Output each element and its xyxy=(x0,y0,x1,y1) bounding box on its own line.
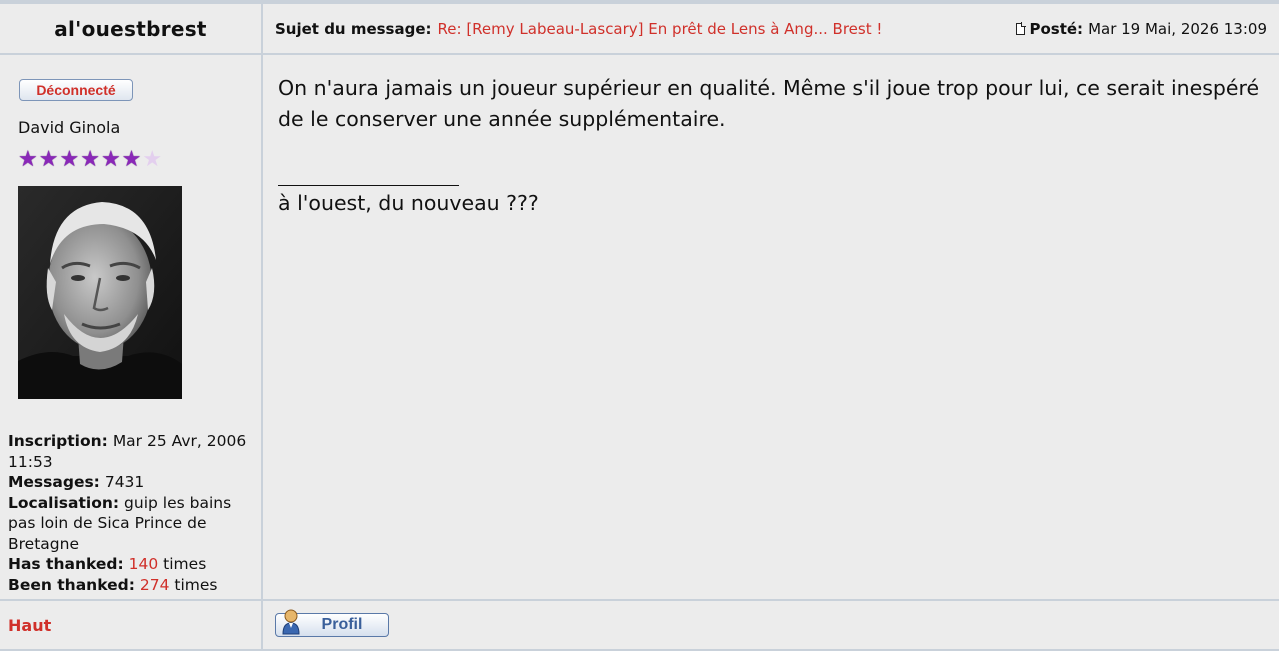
star-filled-icon: ★ xyxy=(121,147,142,172)
avatar xyxy=(18,186,182,399)
signature-text: à l'ouest, du nouveau ??? xyxy=(278,191,539,215)
profile-button-label: Profil xyxy=(321,616,363,633)
author-profile-panel: Déconnecté David Ginola ★ ★ ★ ★ ★ ★ ★ In… xyxy=(0,55,261,599)
message-text: On n'aura jamais un joueur supérieur en … xyxy=(278,76,1260,131)
localisation-label: Localisation: xyxy=(8,493,120,512)
post-document-icon[interactable] xyxy=(1016,22,1026,35)
subject-label: Sujet du message: xyxy=(275,19,432,38)
star-filled-icon: ★ xyxy=(38,147,59,172)
been-thanked-label: Been thanked: xyxy=(8,575,135,594)
star-filled-icon: ★ xyxy=(100,147,121,172)
stat-localisation: Localisation: guip les bains pas loin de… xyxy=(8,493,253,555)
inscription-label: Inscription: xyxy=(8,432,108,450)
post-header: Sujet du message: Re: [Remy Labeau-Lasca… xyxy=(263,4,1279,53)
stat-messages: Messages: 7431 xyxy=(8,472,253,493)
forum-post: al'ouestbrest Sujet du message: Re: [Rem… xyxy=(0,4,1279,649)
subject-link[interactable]: Re: [Remy Labeau-Lascary] En prêt de Len… xyxy=(438,20,883,38)
profile-button[interactable]: Profil xyxy=(275,609,389,637)
signature-divider xyxy=(278,185,459,186)
messages-label: Messages: xyxy=(8,473,100,491)
user-stats: Inscription: Mar 25 Avr, 2006 11:53 Mess… xyxy=(8,431,253,595)
posted-date: Mar 19 Mai, 2026 13:09 xyxy=(1088,19,1267,38)
star-filled-icon: ★ xyxy=(80,147,100,172)
stat-has-thanked: Has thanked: 140 times xyxy=(8,554,253,575)
star-filled-icon: ★ xyxy=(18,147,38,172)
rank-stars: ★ ★ ★ ★ ★ ★ ★ xyxy=(18,149,162,171)
author-name-cell: al'ouestbrest xyxy=(0,4,261,53)
has-thanked-unit: times xyxy=(163,555,207,573)
been-thanked-unit: times xyxy=(174,575,218,594)
message-body-cell: On n'aura jamais un joueur supérieur en … xyxy=(263,55,1279,599)
messages-value: 7431 xyxy=(104,473,145,491)
has-thanked-label: Has thanked: xyxy=(8,555,124,573)
post-footer-left: Haut xyxy=(0,601,261,649)
post-footer-right: Profil xyxy=(263,601,1279,649)
stat-been-thanked: Been thanked: 274 times xyxy=(8,575,253,596)
been-thanked-count[interactable]: 274 xyxy=(140,576,170,594)
user-rank: David Ginola xyxy=(18,118,121,137)
back-to-top-link[interactable]: Haut xyxy=(8,616,51,635)
star-empty-icon: ★ xyxy=(142,147,163,172)
star-filled-icon: ★ xyxy=(59,147,80,172)
stat-inscription: Inscription: Mar 25 Avr, 2006 11:53 xyxy=(8,431,253,472)
posted-label: Posté: xyxy=(1029,19,1084,38)
author-name[interactable]: al'ouestbrest xyxy=(54,17,207,41)
online-status-badge: Déconnecté xyxy=(19,79,133,101)
user-icon xyxy=(282,609,300,635)
has-thanked-count[interactable]: 140 xyxy=(129,555,159,573)
posted-info: Posté: Mar 19 Mai, 2026 13:09 xyxy=(1016,20,1267,38)
avatar-portrait-image xyxy=(18,186,182,399)
